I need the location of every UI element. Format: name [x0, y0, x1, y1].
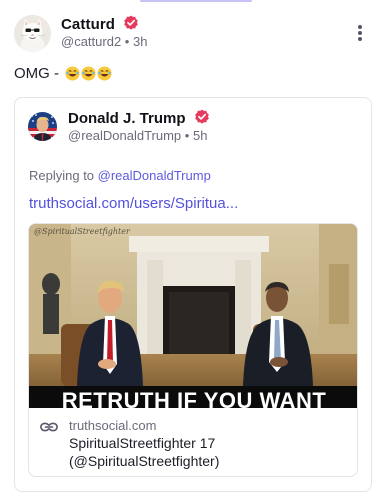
image-watermark: @SpiritualStreetfighter	[34, 227, 130, 236]
author-meta: @catturd2 • 3h	[61, 34, 147, 49]
link-preview-title-line2: (@SpiritualStreetfighter)	[69, 453, 220, 469]
author-handle[interactable]: @catturd2	[61, 34, 121, 49]
replying-to-line: Replying to @realDonaldTrump	[29, 168, 211, 183]
replying-to-label: Replying to	[29, 168, 98, 183]
emoji-group	[65, 66, 112, 81]
post-time[interactable]: 3h	[133, 34, 147, 49]
author-name[interactable]: Catturd	[61, 15, 139, 33]
cat-avatar-icon	[14, 15, 51, 52]
quoted-author-name-text[interactable]: Donald J. Trump	[68, 110, 186, 127]
quoted-author-handle[interactable]: @realDonaldTrump	[68, 128, 181, 143]
post-text: OMG -	[14, 65, 112, 82]
link-preview-title: SpiritualStreetfighter 17 (@SpiritualStr…	[69, 434, 349, 470]
verified-badge-icon	[124, 15, 139, 30]
post: Catturd @catturd2 • 3h OMG - Donald J. T…	[0, 0, 386, 500]
quoted-author-avatar[interactable]	[28, 112, 57, 141]
flag-portrait-avatar-icon	[28, 112, 57, 141]
verified-badge-icon	[194, 109, 209, 124]
more-options-button[interactable]	[352, 24, 368, 42]
replying-to-mention-link[interactable]: @realDonaldTrump	[98, 168, 211, 183]
meta-separator: •	[124, 34, 130, 49]
oval-office-photo	[29, 224, 357, 408]
laughing-emoji-icon	[97, 66, 112, 81]
post-text-content: OMG -	[14, 65, 64, 82]
quoted-author-name[interactable]: Donald J. Trump	[68, 109, 210, 127]
link-preview-image[interactable]: @SpiritualStreetfighter RETRUTH IF YOU W…	[29, 224, 357, 409]
quoted-author-meta: @realDonaldTrump • 5h	[68, 128, 207, 143]
more-dot	[358, 31, 362, 35]
quoted-post-time[interactable]: 5h	[193, 128, 207, 143]
quoted-post-url-link[interactable]: truthsocial.com/users/Spiritua...	[29, 195, 238, 212]
meta-separator: •	[184, 128, 190, 143]
more-dot	[358, 37, 362, 41]
author-avatar[interactable]	[14, 15, 51, 52]
more-vertical-icon	[358, 25, 362, 29]
quoted-post[interactable]: Donald J. Trump @realDonaldTrump • 5h Re…	[14, 97, 372, 492]
image-banner: RETRUTH IF YOU WANT	[29, 386, 357, 409]
link-preview-title-line1: SpiritualStreetfighter 17	[69, 435, 216, 451]
laughing-emoji-icon	[65, 66, 80, 81]
image-banner-text: RETRUTH IF YOU WANT	[61, 388, 327, 409]
link-preview-domain: truthsocial.com	[69, 418, 157, 433]
author-name-text[interactable]: Catturd	[61, 16, 115, 33]
link-icon	[40, 422, 58, 432]
laughing-emoji-icon	[81, 66, 96, 81]
link-preview-card[interactable]: @SpiritualStreetfighter RETRUTH IF YOU W…	[28, 223, 358, 477]
